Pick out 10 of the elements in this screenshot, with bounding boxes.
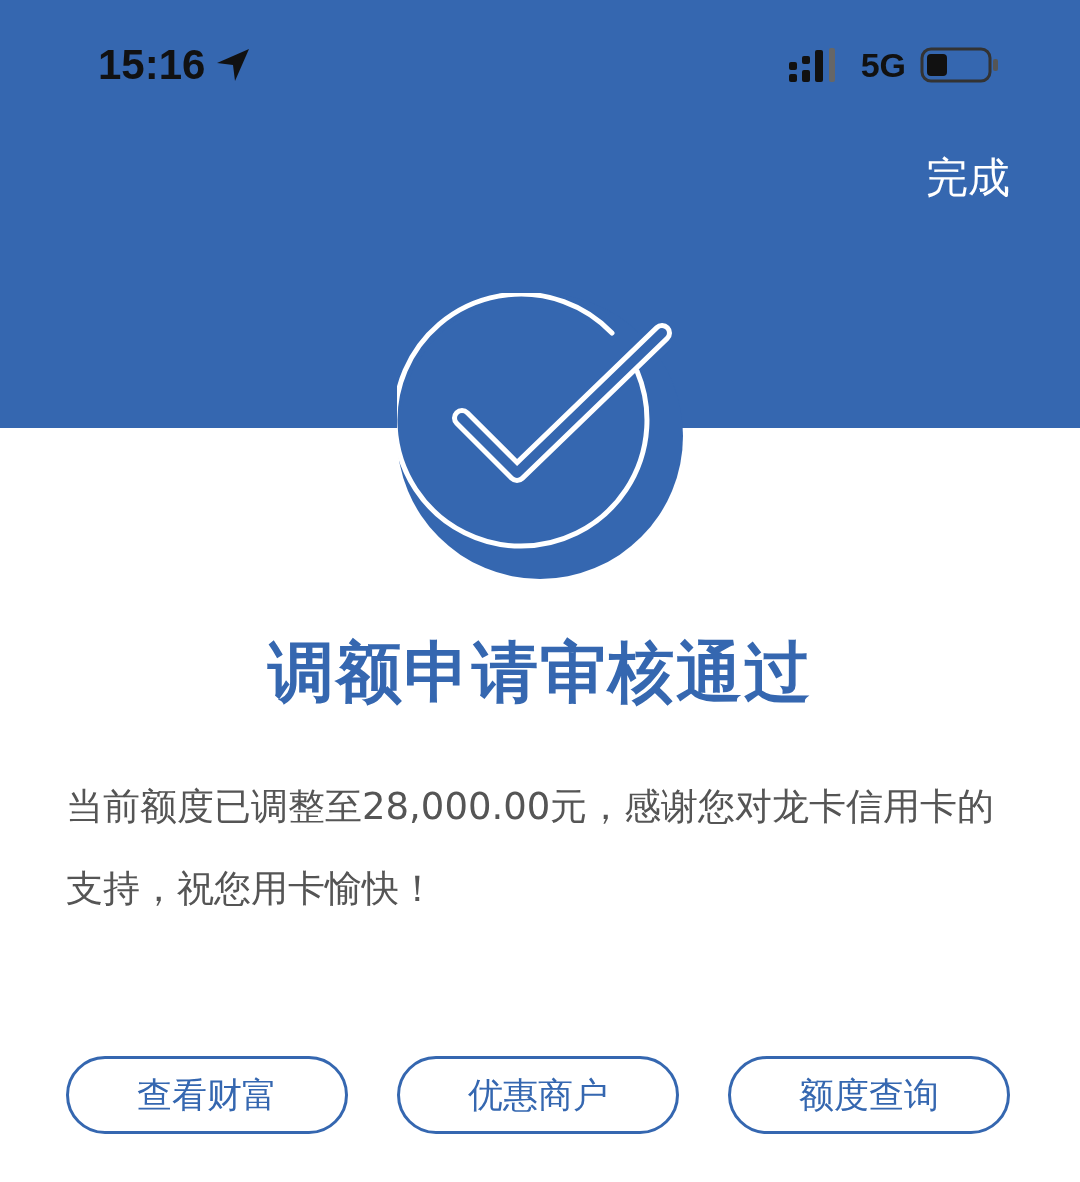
- action-button[interactable]: 优惠商户: [397, 1056, 679, 1134]
- action-button[interactable]: 查看财富: [66, 1056, 348, 1134]
- location-arrow-icon: [215, 47, 252, 83]
- result-title: 调额申请审核通过: [266, 633, 813, 713]
- result-message: 当前额度已调整至28,000.00元，感谢您对龙卡信用卡的支持，祝您用卡愉快！: [66, 784, 996, 912]
- network-label: 5G: [860, 45, 906, 85]
- battery-icon: [920, 47, 1000, 83]
- action-button[interactable]: 额度查询: [728, 1056, 1010, 1134]
- status-time: 15:16: [98, 41, 206, 89]
- done-button[interactable]: 完成: [926, 150, 1010, 206]
